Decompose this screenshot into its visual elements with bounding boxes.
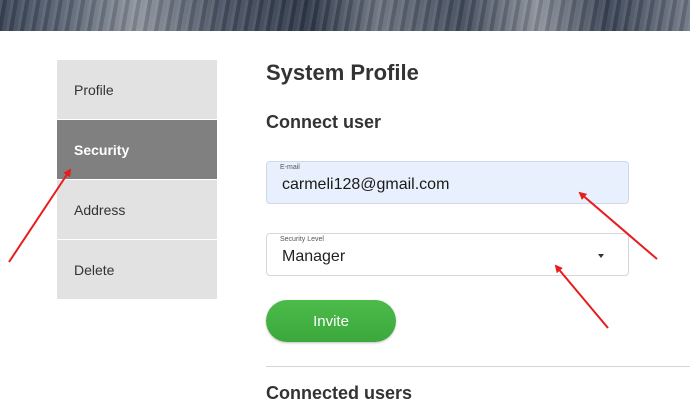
sidebar-item-delete[interactable]: Delete <box>57 240 217 299</box>
page-title: System Profile <box>266 60 419 85</box>
email-field-label: E-mail <box>280 164 300 171</box>
connected-users-heading: Connected users <box>266 383 413 403</box>
security-level-value: Manager <box>282 248 346 265</box>
header-banner-image <box>0 0 690 31</box>
security-level-label: Security Level <box>280 236 324 243</box>
sidebar-item-label: Address <box>74 201 126 218</box>
invite-button[interactable]: Invite <box>266 300 396 342</box>
sidebar-item-profile[interactable]: Profile <box>57 60 217 119</box>
security-level-select[interactable]: Security Level Manager <box>266 233 629 276</box>
section-divider <box>266 366 690 367</box>
connect-user-heading: Connect user <box>266 112 382 132</box>
caret-down-icon[interactable] <box>598 254 604 258</box>
sidebar-item-label: Security <box>74 141 130 158</box>
email-field[interactable]: E-mail carmeli128@gmail.com <box>266 161 629 204</box>
email-field-value[interactable]: carmeli128@gmail.com <box>282 176 449 194</box>
sidebar: Profile Security Address Delete <box>57 60 217 300</box>
sidebar-item-label: Profile <box>74 81 114 98</box>
sidebar-item-label: Delete <box>74 261 115 278</box>
sidebar-item-security[interactable]: Security <box>57 120 217 179</box>
sidebar-item-address[interactable]: Address <box>57 180 217 239</box>
